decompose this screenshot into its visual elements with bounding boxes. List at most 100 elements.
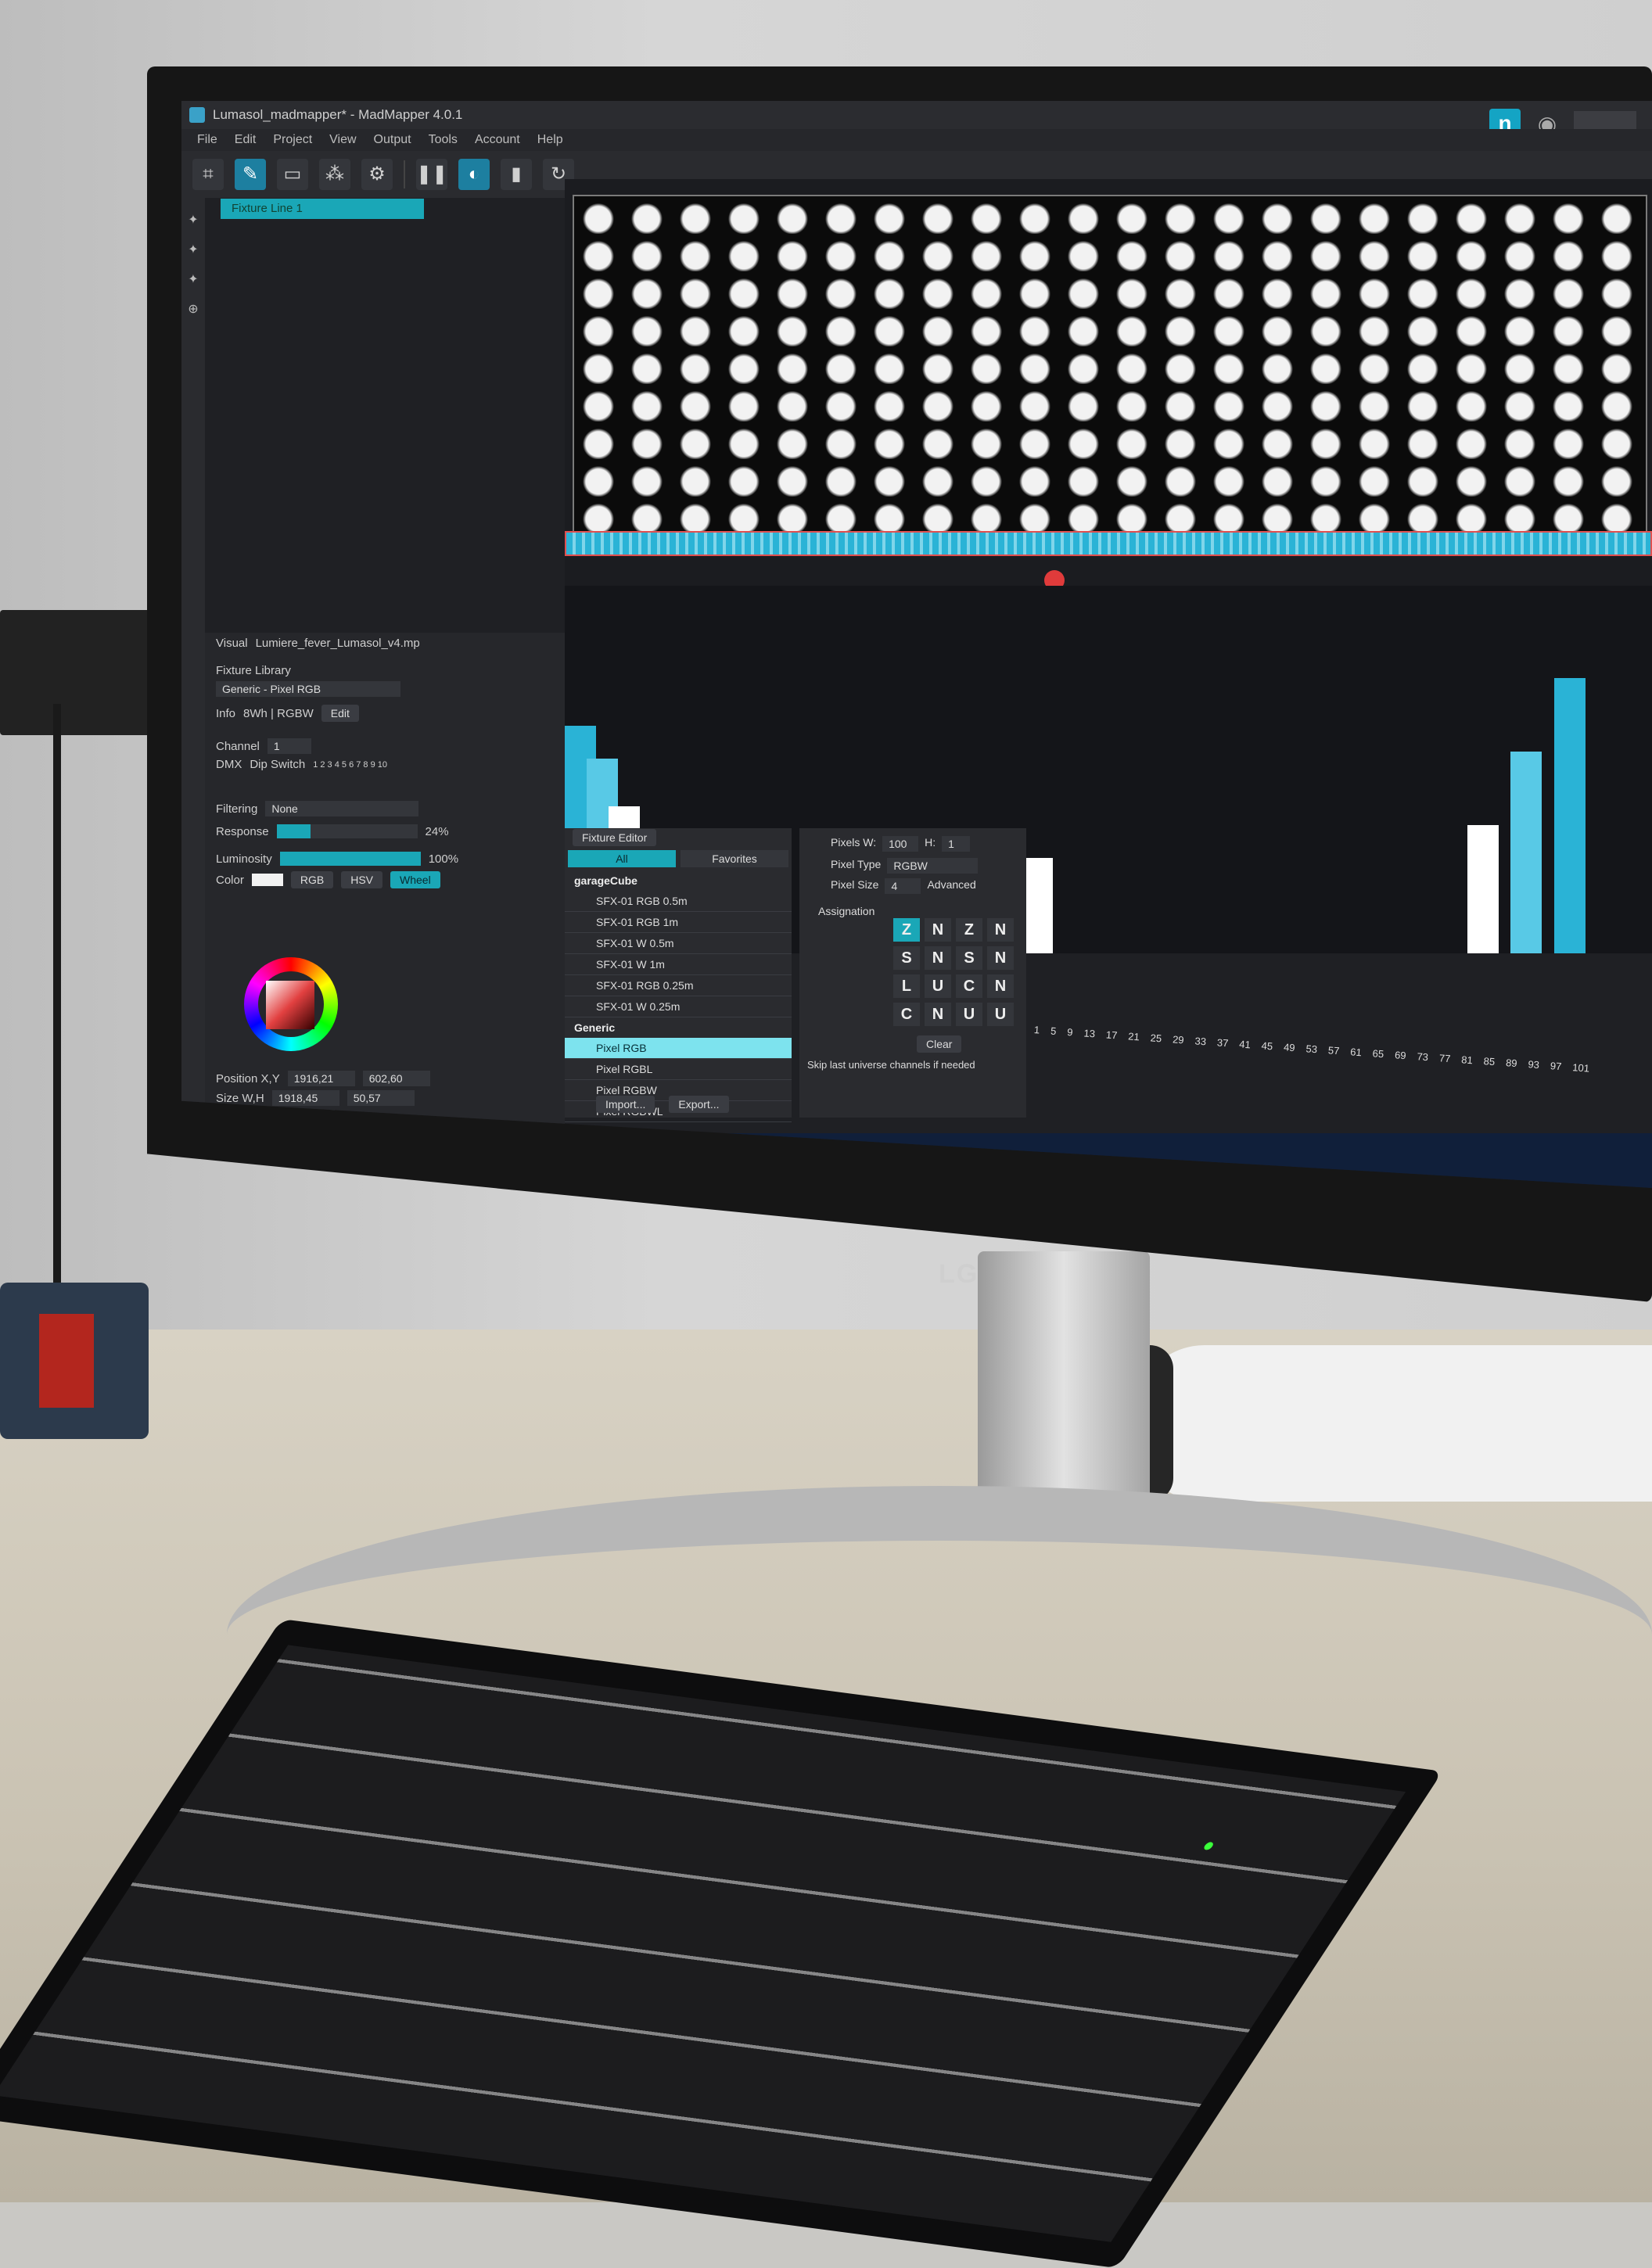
assign-pattern-button[interactable]: S [893,946,920,970]
vlc-icon[interactable]: ▲ [718,1145,749,1176]
tab-all[interactable]: All [568,850,676,867]
assign-pattern-button[interactable]: N [987,946,1014,970]
monitor: Lumasol_madmapper* - MadMapper 4.0.1 n ◉… [147,66,1652,1302]
fixture-item[interactable]: SFX-01 W 0.25m [565,996,792,1017]
menu-file[interactable]: File [197,129,217,151]
flip-v-button[interactable]: ↕ [313,1129,338,1147]
h-input[interactable]: 1 [942,836,971,852]
pixel-size-row: Pixel Size 4 Advanced [831,878,976,894]
loop-icon[interactable]: ◐ [458,159,490,190]
dip-numbers[interactable]: 1 2 3 4 5 6 7 8 9 10 [313,760,387,770]
flip-h-button[interactable]: ↔ [275,1129,306,1147]
assign-pattern-button[interactable]: N [925,1003,951,1026]
fixture-editor-dropdown[interactable]: Fixture Editor [573,829,657,846]
fixture-item[interactable]: SFX-01 RGB 0.5m [565,891,792,912]
pixel-type-select[interactable]: RGBW [887,858,979,874]
luminosity-slider[interactable] [279,852,421,866]
group-generic[interactable]: Generic [565,1017,792,1038]
menu-tools[interactable]: Tools [429,129,458,151]
position-y-input[interactable]: 602,60 [362,1071,430,1086]
assign-pattern-button[interactable]: N [987,918,1014,942]
color-mode-rgb[interactable]: RGB [290,871,334,888]
advanced-checkbox[interactable]: Advanced [927,878,975,894]
size-w-input[interactable]: 1918,45 [271,1090,339,1106]
edge-icon[interactable]: ◎ [615,1145,646,1176]
channel-number: 1 [1033,1024,1040,1036]
menu-view[interactable]: View [329,129,356,151]
menu-output[interactable]: Output [374,129,411,151]
layer-item-fixture-line[interactable]: Fixture Line 1 [221,199,424,219]
rail-add-icon[interactable]: ✦ [181,212,205,228]
menu-edit[interactable]: Edit [235,129,257,151]
pixels-w-label: Pixels W: [831,836,877,849]
gear-icon[interactable]: ⚙ [361,159,393,190]
assign-pattern-button[interactable]: N [925,918,951,942]
channel-number: 5 [1050,1025,1057,1037]
input-media-preview[interactable] [573,195,1647,542]
color-mode-wheel[interactable]: Wheel [390,871,440,888]
size-h-input[interactable]: 50,57 [347,1090,415,1106]
pixel-size-input[interactable]: 4 [885,878,921,894]
rail-layer-icon[interactable]: ⊕ [181,301,205,317]
pause-icon[interactable]: ❚❚ [416,159,447,190]
color-swatch[interactable] [251,874,283,886]
fixture-library-select[interactable]: Generic - Pixel RGB [216,681,400,697]
rotation-input[interactable]: 0,0 [267,1110,335,1125]
fixture-line-selection[interactable] [565,531,1652,556]
assign-pattern-button[interactable]: N [987,974,1014,998]
fixture-item[interactable]: SFX-01 W 0.5m [565,933,792,954]
clear-button[interactable]: Clear [917,1035,962,1053]
assign-pattern-button[interactable]: U [925,974,951,998]
assign-pattern-button[interactable]: L [893,974,920,998]
rail-add-icon-2[interactable]: ✦ [181,242,205,257]
edit-button[interactable]: Edit [321,705,359,722]
effects-tool-icon[interactable]: ⁂ [319,159,350,190]
madmapper-taskbar-icon[interactable]: P [770,1145,801,1176]
media-tool-icon[interactable]: ▭ [277,159,308,190]
menu-project[interactable]: Project [273,129,312,151]
color-picker-square[interactable] [266,981,314,1029]
response-slider[interactable] [276,824,418,838]
fixture-item[interactable]: SFX-01 RGB 0.25m [565,975,792,996]
channel-number: 61 [1349,1046,1363,1059]
color-mode-hsv[interactable]: HSV [341,871,382,888]
channel-input[interactable]: 1 [267,738,311,754]
assign-pattern-button[interactable]: Z [956,918,982,942]
task-view-icon[interactable]: ⧉ [563,1145,594,1176]
fixture-item[interactable]: Pixel RGBL [565,1059,792,1080]
pen-tool-icon[interactable]: ✎ [235,159,266,190]
luminosity-value: 100% [428,852,459,866]
fixture-library-row: Fixture Library [216,664,291,677]
group-garagecube[interactable]: garageCube [565,870,792,891]
fixture-item[interactable]: SFX-01 W 1m [565,954,792,975]
luminosity-row: Luminosity 100% [216,852,458,866]
menu-help[interactable]: Help [537,129,563,151]
assign-pattern-button[interactable]: C [956,974,982,998]
position-row: Position X,Y 1916,21 602,60 [216,1071,430,1086]
visual-value[interactable]: Lumiere_fever_Lumasol_v4.mp [256,637,420,650]
assign-pattern-button[interactable]: N [925,946,951,970]
rail-add-icon-3[interactable]: ✦ [181,271,205,287]
flip-none-button[interactable]: F [242,1129,268,1147]
fixture-item-selected[interactable]: Pixel RGB [565,1038,792,1059]
assign-pattern-button[interactable]: S [956,946,982,970]
menu-account[interactable]: Account [475,129,520,151]
fixture-item[interactable]: SFX-01 RGB 1m [565,912,792,933]
fixture-library-select-row: Generic - Pixel RGB [216,681,400,697]
assign-pattern-button[interactable]: Z [893,918,920,942]
skip-channels-checkbox[interactable]: Skip last universe channels if needed [807,1059,975,1071]
assign-pattern-button[interactable]: U [987,1003,1014,1026]
cortana-icon[interactable]: ○ [512,1145,543,1176]
surface-tool-icon[interactable]: ⌗ [192,159,224,190]
assign-pattern-button[interactable]: C [893,1003,920,1026]
stop-icon[interactable]: ▮ [501,159,532,190]
tab-favorites[interactable]: Favorites [681,850,788,867]
import-button[interactable]: Import... [596,1096,655,1113]
pixels-w-input[interactable]: 100 [882,836,919,852]
filtering-select[interactable]: None [265,801,419,816]
export-button[interactable]: Export... [669,1096,729,1113]
response-label: Response [216,824,269,838]
assign-pattern-button[interactable]: U [956,1003,982,1026]
position-x-input[interactable]: 1916,21 [287,1071,355,1086]
file-explorer-icon[interactable]: ▤ [666,1145,698,1176]
